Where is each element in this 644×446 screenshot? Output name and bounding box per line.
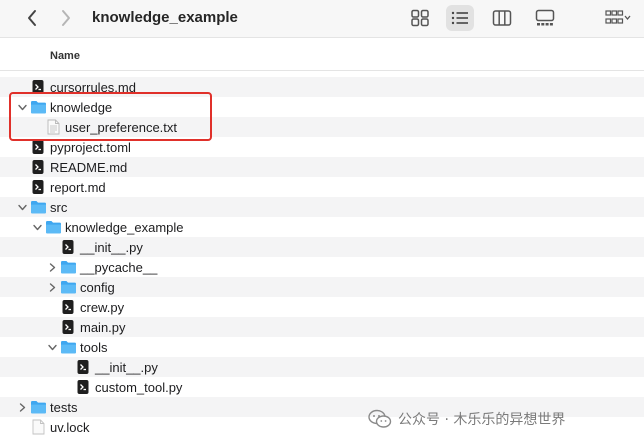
folder-icon	[30, 199, 47, 215]
back-button[interactable]	[20, 6, 44, 30]
watermark: 公众号 · 木乐乐的异想世界	[368, 407, 565, 431]
group-grid-icon	[605, 10, 631, 24]
chevron-right-icon[interactable]	[17, 401, 27, 413]
file-row[interactable]: knowledge_example	[0, 217, 644, 237]
grid-icon	[411, 9, 429, 27]
folder-icon	[60, 339, 77, 355]
column-view-button[interactable]	[488, 5, 516, 31]
document-icon	[30, 139, 47, 155]
file-row[interactable]: config	[0, 277, 644, 297]
file-name: custom_tool.py	[95, 380, 183, 395]
chevron-right-icon	[62, 10, 70, 26]
document-icon	[30, 179, 47, 195]
file-row[interactable]: main.py	[0, 317, 644, 337]
group-button[interactable]	[600, 5, 636, 31]
file-name: __init__.py	[80, 240, 143, 255]
chevron-right-icon[interactable]	[47, 281, 57, 293]
file-row[interactable]: __init__.py	[0, 237, 644, 257]
forward-button[interactable]	[54, 6, 78, 30]
window-title: knowledge_example	[92, 9, 238, 26]
document-icon	[75, 359, 92, 375]
chevron-down-icon[interactable]	[47, 341, 57, 353]
file-name: README.md	[50, 160, 128, 175]
chevron-left-icon	[28, 10, 36, 26]
chevron-down-icon[interactable]	[32, 221, 42, 233]
highlight-box	[9, 92, 212, 141]
file-name: __pycache__	[80, 260, 158, 275]
file-name: __init__.py	[95, 360, 158, 375]
list-icon	[451, 11, 468, 25]
icon-view-button[interactable]	[406, 5, 434, 31]
file-row[interactable]: README.md	[0, 157, 644, 177]
chevron-down-icon[interactable]	[17, 201, 27, 213]
file-name: tests	[50, 400, 78, 415]
file-name: pyproject.toml	[50, 140, 131, 155]
file-name: config	[80, 280, 115, 295]
name-column-header[interactable]: Name	[50, 50, 80, 62]
blank-file-icon	[30, 419, 47, 435]
file-name: knowledge_example	[65, 220, 184, 235]
file-name: tools	[80, 340, 108, 355]
file-row[interactable]: report.md	[0, 177, 644, 197]
watermark-text: 公众号 · 木乐乐的异想世界	[398, 412, 566, 428]
folder-icon	[60, 279, 77, 295]
chevron-right-icon[interactable]	[47, 261, 57, 273]
file-name: src	[50, 200, 68, 215]
file-row[interactable]: custom_tool.py	[0, 377, 644, 397]
file-row[interactable]: src	[0, 197, 644, 217]
folder-icon	[60, 259, 77, 275]
file-row[interactable]: __pycache__	[0, 257, 644, 277]
document-icon	[60, 299, 77, 315]
wechat-icon	[368, 409, 392, 428]
file-name: main.py	[80, 320, 126, 335]
gallery-view-button[interactable]	[530, 5, 560, 31]
file-name: report.md	[50, 180, 106, 195]
file-row[interactable]: __init__.py	[0, 357, 644, 377]
document-icon	[75, 379, 92, 395]
columns-icon	[492, 10, 512, 26]
toolbar: knowledge_example	[0, 0, 644, 38]
folder-icon	[30, 399, 47, 415]
gallery-icon	[535, 9, 555, 26]
file-row[interactable]: crew.py	[0, 297, 644, 317]
document-icon	[30, 159, 47, 175]
file-name: uv.lock	[50, 420, 90, 435]
file-row[interactable]: tools	[0, 337, 644, 357]
list-view-button[interactable]	[446, 5, 474, 31]
document-icon	[60, 239, 77, 255]
folder-icon	[45, 219, 62, 235]
file-name: crew.py	[80, 300, 125, 315]
column-header: Name	[0, 38, 644, 71]
document-icon	[60, 319, 77, 335]
